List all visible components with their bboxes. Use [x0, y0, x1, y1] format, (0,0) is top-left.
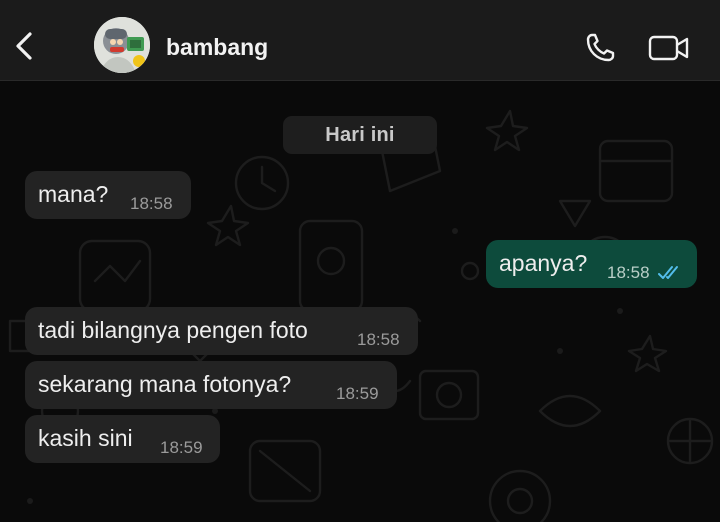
message-text: tadi bilangnya pengen foto [38, 317, 308, 343]
message-time: 18:59 [336, 384, 379, 403]
message-bubble-incoming[interactable]: mana? 18:58 [25, 171, 191, 219]
message-time: 18:58 [130, 194, 173, 213]
chevron-left-icon [16, 32, 32, 60]
message-text: mana? [38, 181, 109, 207]
avatar[interactable] [94, 17, 150, 73]
message-text: kasih sini [38, 425, 133, 451]
message-list[interactable]: Hari ini mana? 18:58 apanya? 18:58 tadi … [0, 81, 720, 522]
read-receipt-icon [658, 266, 678, 279]
message-bubble-outgoing[interactable]: apanya? 18:58 [486, 240, 697, 288]
message-bubble-incoming[interactable]: tadi bilangnya pengen foto 18:58 [25, 307, 418, 355]
video-camera-icon [648, 35, 689, 61]
chat-screen: bambang Hari ini mana? 18:58 apanya? 18:… [0, 0, 720, 522]
message-bubble-incoming[interactable]: kasih sini 18:59 [25, 415, 220, 463]
back-button[interactable] [8, 26, 40, 66]
message-time: 18:58 [607, 263, 650, 282]
message-text: apanya? [499, 250, 588, 276]
message-bubble-incoming[interactable]: sekarang mana fotonya? 18:59 [25, 361, 397, 409]
voice-call-button[interactable] [578, 26, 622, 70]
message-time: 18:59 [160, 438, 203, 457]
phone-icon [586, 33, 615, 62]
message-text: sekarang mana fotonya? [38, 371, 292, 397]
avatar-image [94, 17, 150, 73]
chat-header: bambang [0, 0, 720, 81]
video-call-button[interactable] [645, 26, 693, 70]
message-time: 18:58 [357, 330, 400, 349]
contact-name[interactable]: bambang [166, 32, 268, 62]
date-separator: Hari ini [283, 116, 437, 154]
